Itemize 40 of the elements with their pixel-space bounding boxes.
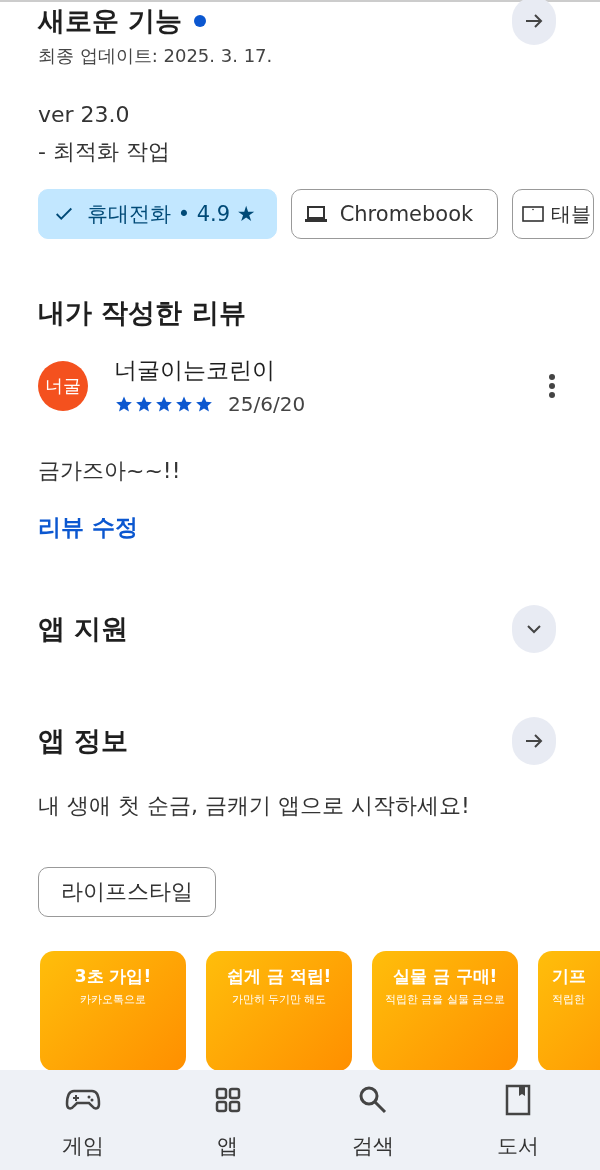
screenshot-subtitle: 적립한 금을 실물 금으로: [384, 992, 506, 1007]
screenshot-title: 기프: [552, 965, 586, 988]
screenshot-subtitle: 카카오톡으로: [80, 992, 146, 1007]
arrow-button[interactable]: [512, 0, 556, 45]
section-title: 앱 지원: [38, 612, 129, 646]
filled-star-icon: [154, 395, 174, 413]
screenshot-title: 3초 가입!: [74, 965, 152, 988]
filled-star-icon: [134, 395, 154, 413]
edit-review-link[interactable]: 리뷰 수정: [38, 512, 138, 543]
more-options-icon[interactable]: [548, 372, 556, 399]
author-name: 너굴이는코린이: [114, 356, 276, 385]
nav-tab[interactable]: 게임: [27, 1070, 138, 1170]
filled-star-icon: [174, 395, 194, 413]
device-chip[interactable]: Chromebook: [290, 189, 499, 239]
section-title: 내가 작성한 리뷰: [37, 296, 247, 330]
nav-tab[interactable]: 앱: [172, 1070, 283, 1170]
section-title: 앱 정보: [38, 724, 129, 758]
category-chip[interactable]: 라이프스타일: [38, 867, 216, 917]
arrow-button[interactable]: [512, 717, 556, 765]
screenshot-title: 실물 금 구매!: [392, 965, 498, 988]
device-chip[interactable]: 태블: [512, 189, 595, 239]
update-date: 최종 업데이트: 2025. 3. 17.: [37, 44, 274, 68]
screenshot-title: 쉽게 금 적립!: [226, 965, 332, 988]
tablet-icon: [521, 203, 546, 225]
screenshot-subtitle: 적립한: [552, 992, 585, 1007]
review-text: 금가즈아~~!!: [37, 457, 182, 485]
laptop-icon: [303, 203, 328, 225]
nav-tab[interactable]: 도서: [462, 1070, 573, 1170]
release-note: - 최적화 작업: [38, 138, 171, 166]
nav-tab[interactable]: 검색: [317, 1070, 428, 1170]
app-description: 내 생애 첫 순금, 금캐기 앱으로 시작하세요!: [37, 792, 471, 820]
section-title: 새로운 기능: [38, 4, 183, 38]
release-note: ver 23.0: [38, 102, 131, 127]
screenshot-subtitle: 가만히 두기만 해도: [231, 992, 327, 1007]
review-date: 25/6/20: [228, 392, 306, 416]
book-icon: [503, 1084, 532, 1116]
filled-star-icon: [114, 395, 134, 413]
filled-star-icon: [194, 395, 214, 413]
device-chip[interactable]: 휴대전화 • 4.9 ★: [38, 189, 277, 239]
avatar: 너굴: [38, 360, 88, 411]
